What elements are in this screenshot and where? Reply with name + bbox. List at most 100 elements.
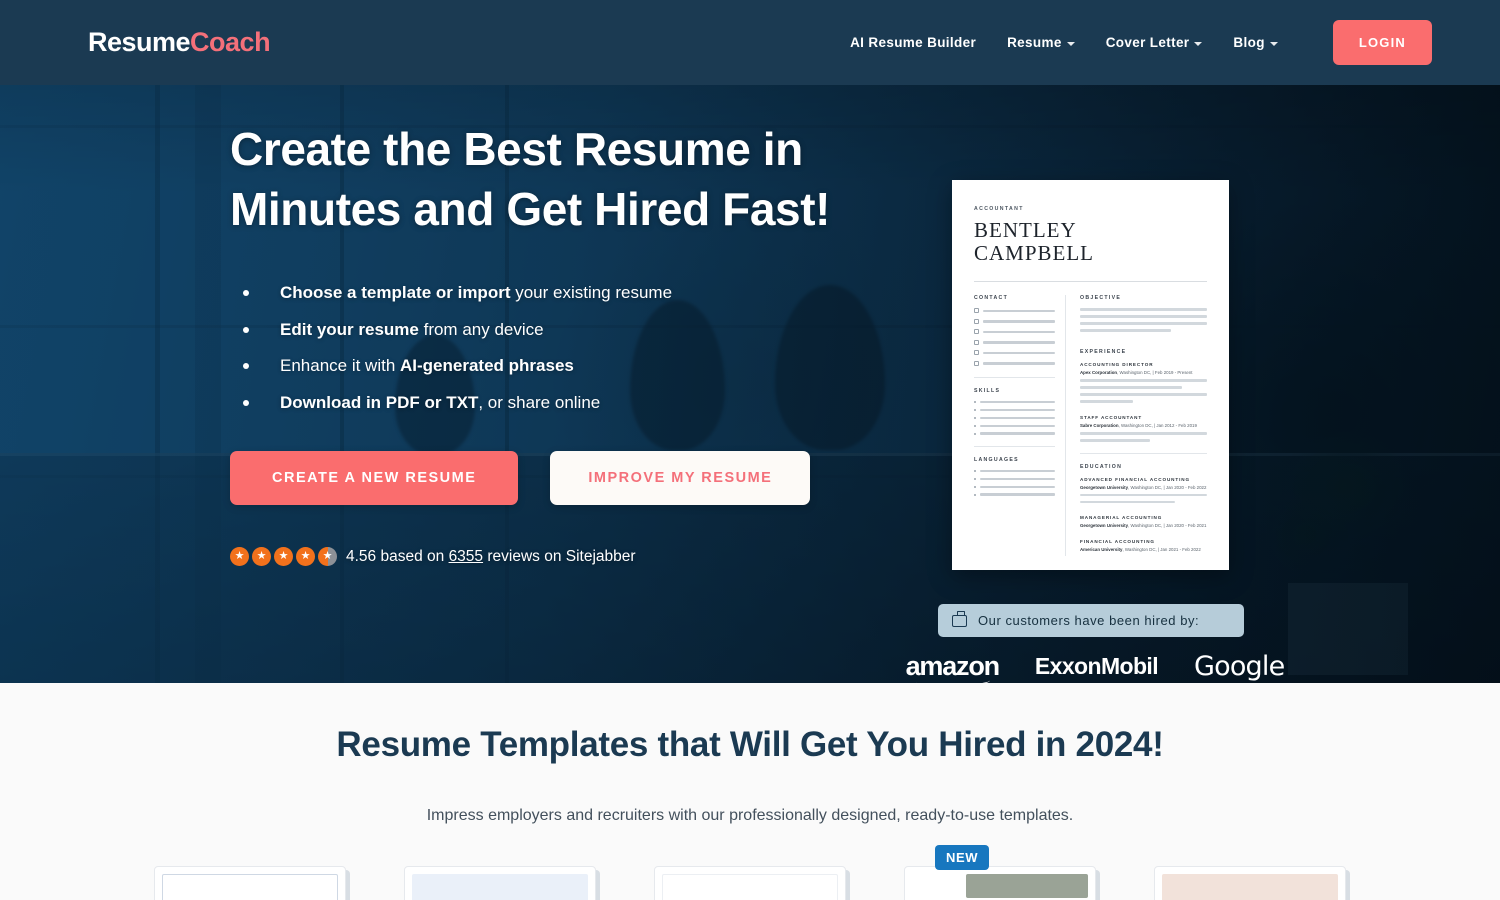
bullet-icon	[974, 408, 976, 411]
hero-headline: Create the Best Resume in Minutes and Ge…	[230, 120, 890, 240]
list-item	[974, 416, 1055, 420]
bullet-icon	[974, 493, 976, 496]
status-badge: NEW	[935, 845, 990, 870]
rating-suffix: reviews on Sitejabber	[483, 547, 636, 565]
education-org: Georgetown University, Washington DC, | …	[1080, 523, 1207, 528]
divider	[974, 376, 1055, 378]
feature-bold-text: Choose a template or import	[280, 282, 511, 302]
education-org-meta: , Washington DC, | Jan 2020 - Feb 2021	[1128, 522, 1207, 528]
create-new-resume-button[interactable]: CREATE A NEW RESUME	[230, 451, 519, 506]
nav-label: Blog	[1233, 35, 1265, 50]
template-card[interactable]	[654, 866, 846, 900]
list-item	[974, 469, 1055, 473]
list-item	[974, 400, 1055, 404]
resume-preview-card[interactable]: ACCOUNTANT BENTLEY CAMPBELL CONTACT SKIL…	[952, 180, 1229, 570]
education-org: Georgetown University, Washington DC, | …	[1080, 485, 1207, 490]
review-count-link[interactable]: 6355	[449, 548, 483, 565]
template-card-new[interactable]: NEW	[904, 845, 1096, 900]
feature-rest-text: your existing resume	[510, 282, 673, 302]
resume-role-label: ACCOUNTANT	[974, 206, 1024, 212]
resume-section-objective: OBJECTIVE	[1080, 295, 1122, 302]
login-button[interactable]: LOGIN	[1332, 20, 1432, 65]
rating-text: 4.56 based on 6355 reviews on Sitejabber	[346, 548, 636, 566]
experience-title: STAFF ACCOUNTANT	[1080, 415, 1143, 421]
template-thumbnail	[412, 874, 588, 900]
list-item	[974, 432, 1055, 435]
resume-left-column: CONTACT SKILLS LANGUAGES	[974, 295, 1066, 556]
link-icon	[974, 360, 979, 366]
globe-icon	[974, 350, 979, 356]
divider	[1080, 452, 1207, 454]
hero-headline-line1: Create the Best Resume in	[230, 123, 803, 175]
contact-value	[983, 320, 1055, 323]
experience-entry: STAFF ACCOUNTANT Sabre Corporation, Wash…	[1080, 415, 1207, 442]
experience-org-meta: , Washington DC, | Jan 2012 - Feb 2019	[1118, 423, 1197, 429]
hero-section: Create the Best Resume in Minutes and Ge…	[0, 85, 1500, 683]
resume-right-column: OBJECTIVE EXPERIENCE ACCOUNTING DIRECTOR…	[1066, 295, 1207, 555]
divider	[974, 281, 1207, 283]
star-icon: ★	[274, 547, 293, 567]
experience-org: Apex Corporation, Washington DC, | Feb 2…	[1080, 370, 1207, 375]
template-thumbnail	[162, 874, 338, 900]
nav-item-blog[interactable]: Blog	[1233, 35, 1278, 50]
section-subtitle: Impress employers and recruiters with ou…	[426, 807, 1074, 824]
list-item	[974, 477, 1055, 481]
templates-section: Resume Templates that Will Get You Hired…	[0, 683, 1500, 900]
list-item	[974, 424, 1055, 427]
resume-objective-text	[1080, 308, 1207, 332]
brand-logo-exxonmobil: ExxonMobil	[1034, 653, 1159, 679]
chevron-down-icon	[1066, 41, 1075, 46]
resume-section-contact: CONTACT	[974, 295, 1009, 302]
education-entry: MANAGERIAL ACCOUNTING Georgetown Univers…	[1080, 515, 1207, 528]
brand-logo-google: Google	[1193, 651, 1285, 682]
star-icon: ★	[230, 547, 249, 567]
nav-item-resume[interactable]: Resume	[1007, 35, 1075, 50]
brand-logo-amazon: amazon	[905, 651, 1001, 681]
resume-candidate-name: BENTLEY CAMPBELL	[974, 219, 1207, 264]
rating-widget[interactable]: ★ ★ ★ ★ ★ 4.56 based on 6355 reviews on …	[230, 547, 890, 567]
hero-feature-list: Choose a template or import your existin…	[230, 282, 890, 416]
template-card[interactable]	[404, 866, 596, 900]
divider	[974, 445, 1055, 447]
calendar-icon	[974, 339, 979, 345]
site-logo[interactable]: ResumeCoach	[88, 27, 271, 58]
resume-name-line1: BENTLEY	[974, 218, 1077, 242]
education-org-name: Georgetown University	[1080, 484, 1129, 490]
star-half-icon: ★	[318, 547, 337, 567]
map-pin-icon	[974, 318, 979, 324]
list-item	[974, 339, 1055, 345]
experience-org-name: Apex Corporation	[1080, 370, 1118, 376]
star-icon: ★	[296, 547, 315, 567]
experience-org: Sabre Corporation, Washington DC, | Jan …	[1080, 423, 1207, 428]
list-item: Download in PDF or TXT, or share online	[230, 392, 890, 415]
feature-rest-text: from any device	[418, 319, 544, 339]
list-item	[974, 329, 1055, 335]
hero-content: Create the Best Resume in Minutes and Ge…	[230, 120, 890, 567]
list-item: Edit your resume from any device	[230, 319, 890, 342]
nav-item-ai-resume-builder[interactable]: AI Resume Builder	[850, 35, 976, 50]
improve-my-resume-button[interactable]: IMPROVE MY RESUME	[550, 451, 811, 506]
template-card[interactable]	[154, 866, 346, 900]
resume-section-skills: SKILLS	[974, 387, 1001, 394]
bullet-icon	[974, 432, 976, 435]
education-org: American University, Washington DC, | Ja…	[1080, 547, 1207, 552]
list-item	[974, 408, 1055, 412]
experience-entry: ACCOUNTING DIRECTOR Apex Corporation, Wa…	[1080, 362, 1207, 403]
experience-org-meta: , Washington DC, | Feb 2019 - Present	[1117, 370, 1193, 376]
list-item: Choose a template or import your existin…	[230, 282, 890, 305]
feature-bold-text: Edit your resume	[280, 319, 419, 339]
briefcase-icon	[952, 611, 967, 627]
feature-bold-text: AI-generated phrases	[400, 356, 574, 376]
envelope-icon	[974, 308, 979, 314]
page-title: Resume Templates that Will Get You Hired…	[336, 725, 1164, 764]
template-card[interactable]	[1154, 866, 1346, 900]
nav-label: AI Resume Builder	[850, 35, 977, 50]
nav-item-cover-letter[interactable]: Cover Letter	[1106, 35, 1203, 50]
list-item	[974, 318, 1055, 324]
template-thumbnail	[1162, 874, 1338, 900]
education-title: ADVANCED FINANCIAL ACCOUNTING	[1080, 476, 1190, 482]
logo-primary-text: Resume	[88, 27, 191, 57]
chevron-down-icon	[1194, 41, 1203, 46]
feature-rest-text: , or share online	[478, 393, 601, 413]
resume-name-line2: CAMPBELL	[974, 240, 1095, 265]
